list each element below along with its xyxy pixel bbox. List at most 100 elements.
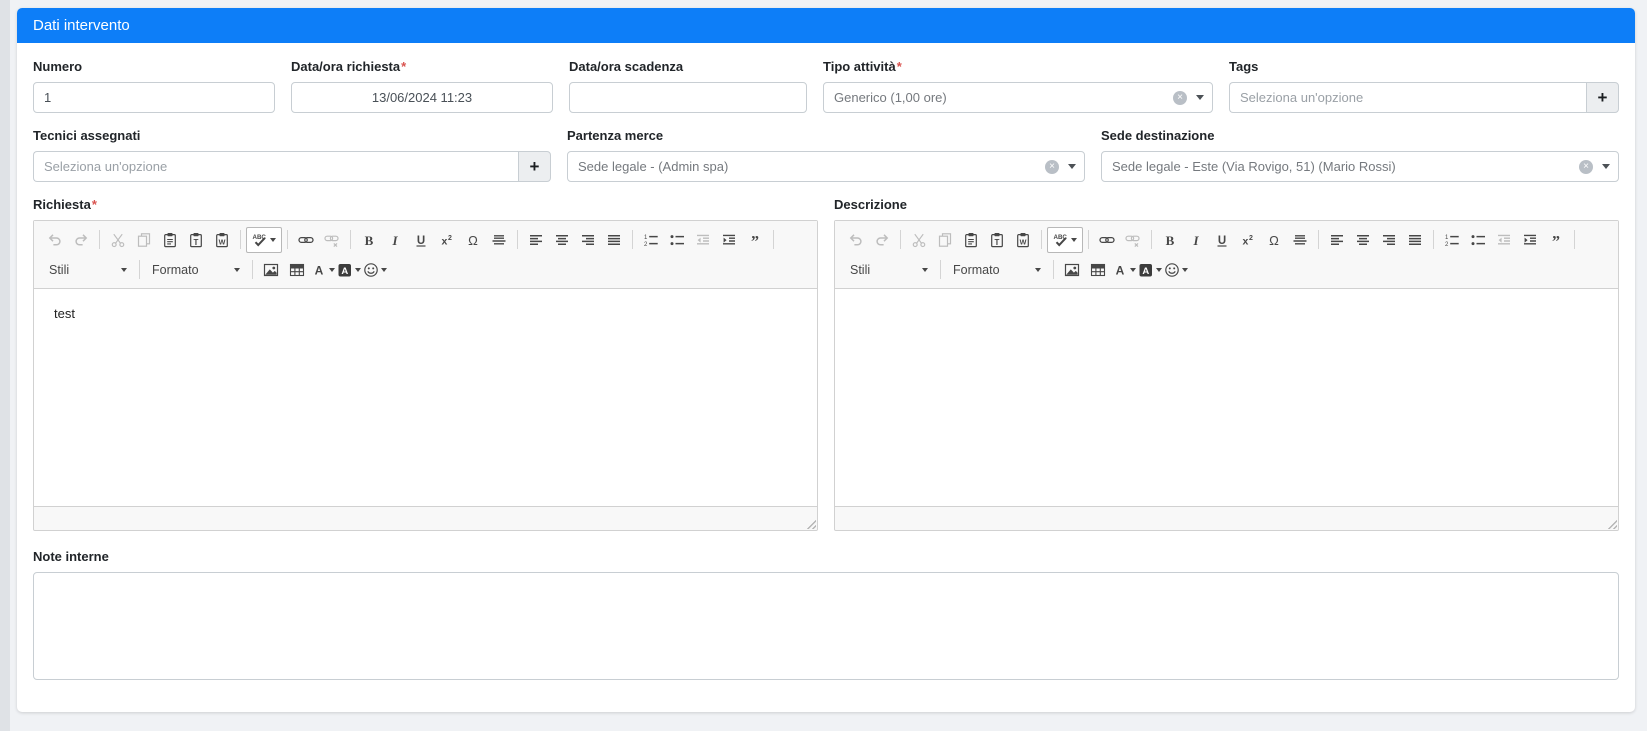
bold-icon: B (1162, 232, 1178, 248)
outdent-icon (1496, 232, 1512, 248)
underline-icon: U (1214, 232, 1230, 248)
image-button[interactable] (258, 257, 284, 283)
tecnici-assegnati-input[interactable] (33, 151, 518, 182)
align-left-button[interactable] (1324, 227, 1350, 253)
paste-text-button[interactable]: T (984, 227, 1010, 253)
resize-handle-icon[interactable] (1606, 518, 1617, 529)
plus-icon: + (530, 157, 540, 177)
special-character-button[interactable]: Ω (460, 227, 486, 253)
paste-text-button[interactable]: T (183, 227, 209, 253)
format-combo[interactable]: Formato (145, 258, 247, 282)
paste-icon (162, 232, 178, 248)
link-button[interactable] (293, 227, 319, 253)
paste-button[interactable] (958, 227, 984, 253)
clear-icon[interactable]: × (1579, 160, 1593, 174)
smiley-button[interactable] (362, 257, 388, 283)
spell-check-button[interactable]: ABC (1047, 227, 1083, 253)
note-interne-textarea[interactable] (33, 572, 1619, 680)
format-combo-label: Formato (953, 263, 1000, 277)
align-center-button[interactable] (549, 227, 575, 253)
bold-button[interactable]: B (356, 227, 382, 253)
richiesta-label: Richiesta* (33, 197, 818, 213)
bulleted-list-button[interactable] (664, 227, 690, 253)
paste-button[interactable] (157, 227, 183, 253)
styles-combo[interactable]: Stili (42, 258, 134, 282)
smiley-button[interactable] (1163, 257, 1189, 283)
horizontal-rule-button[interactable] (1287, 227, 1313, 253)
resize-handle-icon[interactable] (805, 518, 816, 529)
special-character-button[interactable]: Ω (1261, 227, 1287, 253)
sede-destinazione-label: Sede destinazione (1101, 128, 1619, 144)
background-color-button[interactable]: A (336, 257, 362, 283)
partenza-merce-select[interactable]: Sede legale - (Admin spa) × (567, 151, 1085, 182)
spell-check-button[interactable]: ABC (246, 227, 282, 253)
dropdown-caret-icon (1196, 95, 1204, 100)
superscript-button[interactable]: x2 (1235, 227, 1261, 253)
svg-text:”: ” (751, 233, 759, 248)
sede-destinazione-select[interactable]: Sede legale - Este (Via Rovigo, 51) (Mar… (1101, 151, 1619, 182)
superscript-button[interactable]: x2 (434, 227, 460, 253)
sede-destinazione-value: Sede legale - Este (Via Rovigo, 51) (Mar… (1112, 159, 1579, 174)
align-justify-button[interactable] (601, 227, 627, 253)
descrizione-editor-content[interactable] (835, 289, 1618, 506)
underline-button[interactable]: U (408, 227, 434, 253)
table-icon (1090, 262, 1106, 278)
background-color-button[interactable]: A (1137, 257, 1163, 283)
data-ora-scadenza-input[interactable] (569, 82, 807, 113)
text-color-button[interactable]: A (1111, 257, 1137, 283)
outdent-button (1491, 227, 1517, 253)
link-icon (1099, 232, 1115, 248)
paste-word-icon: W (1015, 232, 1031, 248)
tecnici-assegnati-label: Tecnici assegnati (33, 128, 551, 144)
align-right-button[interactable] (575, 227, 601, 253)
text-color-button[interactable]: A (310, 257, 336, 283)
numbered-list-button[interactable]: 12 (1439, 227, 1465, 253)
underline-button[interactable]: U (1209, 227, 1235, 253)
align-right-button[interactable] (1376, 227, 1402, 253)
indent-button[interactable] (716, 227, 742, 253)
bulleted-list-icon (1470, 232, 1486, 248)
italic-button[interactable]: I (1183, 227, 1209, 253)
table-button[interactable] (1085, 257, 1111, 283)
tecnici-add-button[interactable]: + (518, 151, 551, 182)
richiesta-editor-content[interactable]: test (34, 289, 817, 506)
link-button[interactable] (1094, 227, 1120, 253)
descrizione-label: Descrizione (834, 197, 1619, 213)
paste-word-button[interactable]: W (209, 227, 235, 253)
numbered-list-button[interactable]: 12 (638, 227, 664, 253)
paste-text-icon: T (188, 232, 204, 248)
format-combo[interactable]: Formato (946, 258, 1048, 282)
blockquote-button[interactable]: ” (1543, 227, 1569, 253)
bulleted-list-button[interactable] (1465, 227, 1491, 253)
horizontal-rule-button[interactable] (486, 227, 512, 253)
data-ora-richiesta-input[interactable] (291, 82, 553, 113)
tipo-attivita-select[interactable]: Generico (1,00 ore) × (823, 82, 1213, 113)
indent-button[interactable] (1517, 227, 1543, 253)
blockquote-icon: ” (747, 232, 763, 248)
field-data-ora-richiesta: Data/ora richiesta* (291, 59, 553, 113)
align-center-button[interactable] (1350, 227, 1376, 253)
tags-add-button[interactable]: + (1586, 82, 1619, 113)
italic-button[interactable]: I (382, 227, 408, 253)
field-richiesta: Richiesta* TWABCBIUx2Ω12”StiliFormatoAA … (33, 197, 818, 531)
clear-icon[interactable]: × (1173, 91, 1187, 105)
form-row-1: Numero Data/ora richiesta* Data/ora scad… (33, 59, 1619, 113)
field-tags: Tags + (1229, 59, 1619, 113)
image-button[interactable] (1059, 257, 1085, 283)
numero-input[interactable] (33, 82, 275, 113)
table-button[interactable] (284, 257, 310, 283)
form-row-2: Tecnici assegnati + Partenza merce Sede … (33, 128, 1619, 182)
align-left-button[interactable] (523, 227, 549, 253)
paste-word-button[interactable]: W (1010, 227, 1036, 253)
styles-combo[interactable]: Stili (843, 258, 935, 282)
align-center-icon (1355, 232, 1371, 248)
tags-input[interactable] (1229, 82, 1586, 113)
svg-text:1: 1 (644, 234, 648, 240)
svg-text:W: W (1020, 237, 1027, 246)
outdent-button (690, 227, 716, 253)
align-justify-button[interactable] (1402, 227, 1428, 253)
bold-button[interactable]: B (1157, 227, 1183, 253)
chevron-down-icon (329, 268, 335, 272)
blockquote-button[interactable]: ” (742, 227, 768, 253)
clear-icon[interactable]: × (1045, 160, 1059, 174)
